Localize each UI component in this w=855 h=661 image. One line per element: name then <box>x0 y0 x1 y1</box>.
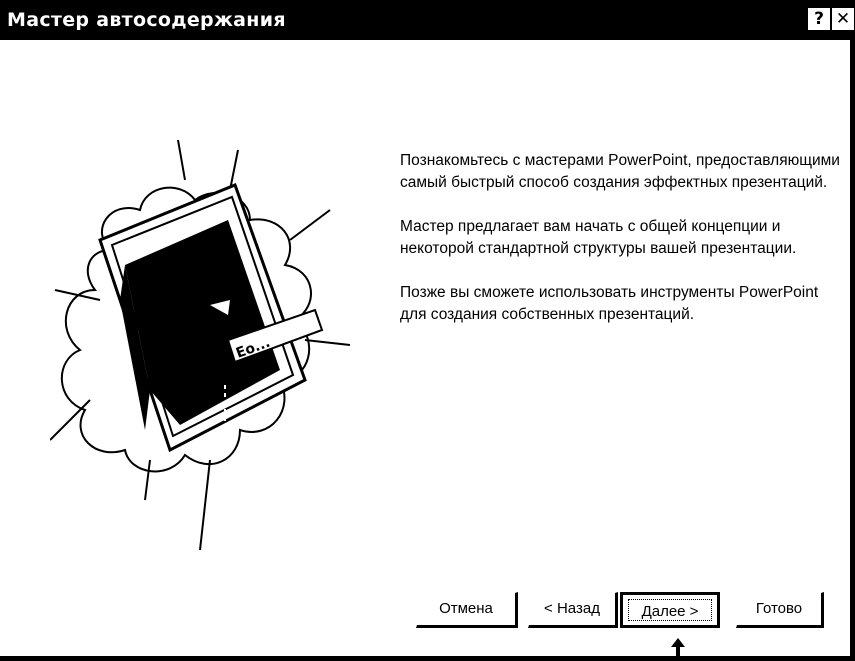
window-title: Мастер автосодержания <box>7 9 286 31</box>
window-right-border <box>850 40 855 661</box>
concept-paragraph: Мастер предлагает вам начать с общей кон… <box>400 218 797 257</box>
close-button[interactable]: ✕ <box>832 8 854 30</box>
help-button[interactable]: ? <box>808 8 830 30</box>
finish-button[interactable]: Готово <box>736 592 824 628</box>
window-titlebar[interactable]: Мастер автосодержания <box>0 0 855 40</box>
next-button[interactable]: Далее > <box>620 592 720 628</box>
cancel-button[interactable]: Отмена <box>416 592 518 628</box>
back-button[interactable]: < Назад <box>528 592 618 628</box>
later-paragraph: Позже вы сможете использовать инструмент… <box>400 284 819 323</box>
wizard-description: Познакомьтесь с мастерами PowerPoint, пр… <box>400 150 840 348</box>
window-bottom-border <box>0 656 855 661</box>
intro-paragraph: Познакомьтесь с мастерами PowerPoint, пр… <box>400 152 840 191</box>
wizard-illustration: Ео... <box>50 140 351 551</box>
next-button-label: Далее > <box>628 599 712 621</box>
